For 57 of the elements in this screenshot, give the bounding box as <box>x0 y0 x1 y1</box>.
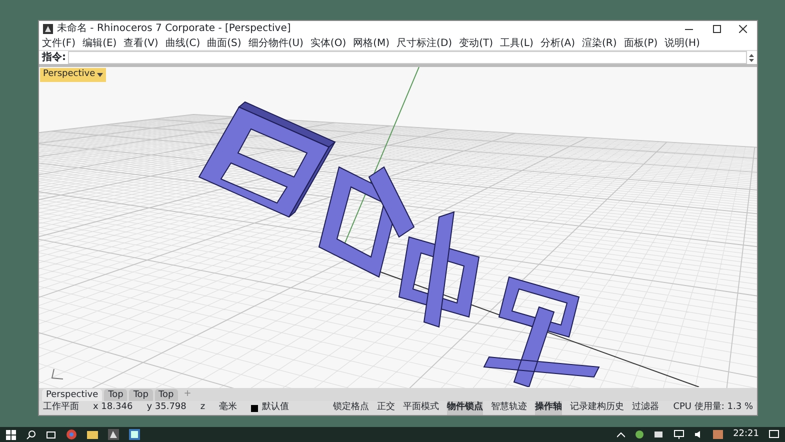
windows-start-icon[interactable] <box>6 430 16 440</box>
menu-item[interactable]: 网格(M) <box>353 36 390 50</box>
status-toggle[interactable]: 锁定格点 <box>333 401 370 415</box>
menu-item[interactable]: 分析(A) <box>540 36 576 50</box>
app-logo-icon <box>43 24 53 34</box>
units-label[interactable]: 毫米 <box>219 401 238 415</box>
x-coordinate: x 18.346 <box>93 401 133 414</box>
menu-item[interactable]: 曲面(S) <box>207 36 242 50</box>
layer-swatch <box>251 404 258 412</box>
menu-item[interactable]: 细分物件(U) <box>248 36 304 50</box>
y-coordinate: y 35.798 <box>146 401 186 414</box>
menu-item[interactable]: 面板(P) <box>624 36 658 50</box>
rhino-app-icon[interactable] <box>108 429 119 440</box>
cplane-label: 工作平面 <box>43 401 79 414</box>
viewport-tab[interactable]: Perspective <box>42 389 102 401</box>
command-input-field[interactable] <box>68 51 747 64</box>
task-view-icon[interactable] <box>46 430 56 440</box>
layer-name[interactable]: 默认值 <box>262 401 290 415</box>
status-toggle[interactable]: 智慧轨迹 <box>491 401 528 415</box>
menu-item[interactable]: 实体(O) <box>310 36 346 50</box>
status-toggle[interactable]: 操作轴 <box>535 401 562 415</box>
menu-item[interactable]: 变动(T) <box>459 36 493 50</box>
monitor-icon[interactable] <box>674 430 684 439</box>
close-button[interactable] <box>739 24 747 32</box>
viewport-tab[interactable]: Top <box>104 389 128 401</box>
menu-item[interactable]: 曲线(C) <box>165 36 200 50</box>
status-toggle[interactable]: 正交 <box>377 401 396 415</box>
maximize-button[interactable] <box>713 24 721 32</box>
browser-icon[interactable] <box>66 429 77 440</box>
tray-caret-icon[interactable] <box>617 432 626 438</box>
app-window-icon[interactable] <box>129 429 140 440</box>
menu-item[interactable]: 渲染(R) <box>582 36 617 50</box>
z-coordinate: z <box>200 401 206 414</box>
viewport-label[interactable]: Perspective <box>40 68 106 82</box>
notification-icon[interactable] <box>769 430 779 439</box>
cpu-usage: CPU 使用量: 1.3 % <box>673 401 753 414</box>
menu-item[interactable]: 编辑(E) <box>82 36 117 50</box>
menu-item[interactable]: 尺寸标注(D) <box>396 36 452 50</box>
dropdown-caret-icon <box>97 72 104 78</box>
tray-app-icon[interactable] <box>635 430 644 439</box>
viewport-tab[interactable]: Top <box>154 389 178 401</box>
clock-time[interactable]: 22:21 <box>733 428 759 442</box>
status-toggle[interactable]: 物件锁点 <box>447 401 484 415</box>
folder-icon[interactable] <box>87 430 98 439</box>
menu-item[interactable]: 查看(V) <box>124 36 158 50</box>
status-toggle[interactable]: 记录建构历史 <box>570 401 624 415</box>
search-icon[interactable] <box>26 430 36 440</box>
command-label: 指令: <box>42 50 66 65</box>
viewport-tab[interactable]: Top <box>129 389 152 401</box>
menu-item[interactable]: 说明(H) <box>664 36 700 50</box>
scroll-arrows-icon[interactable] <box>749 52 754 62</box>
window-title: 未命名 - Rhinoceros 7 Corporate - [Perspective] <box>57 22 291 36</box>
menu-item[interactable]: 文件(F) <box>42 36 76 50</box>
menu-item[interactable]: 工具(L) <box>500 36 534 50</box>
status-toggle[interactable]: 过滤器 <box>632 401 660 415</box>
status-toggle[interactable]: 平面模式 <box>403 401 440 415</box>
axis-gizmo-icon <box>51 368 65 380</box>
